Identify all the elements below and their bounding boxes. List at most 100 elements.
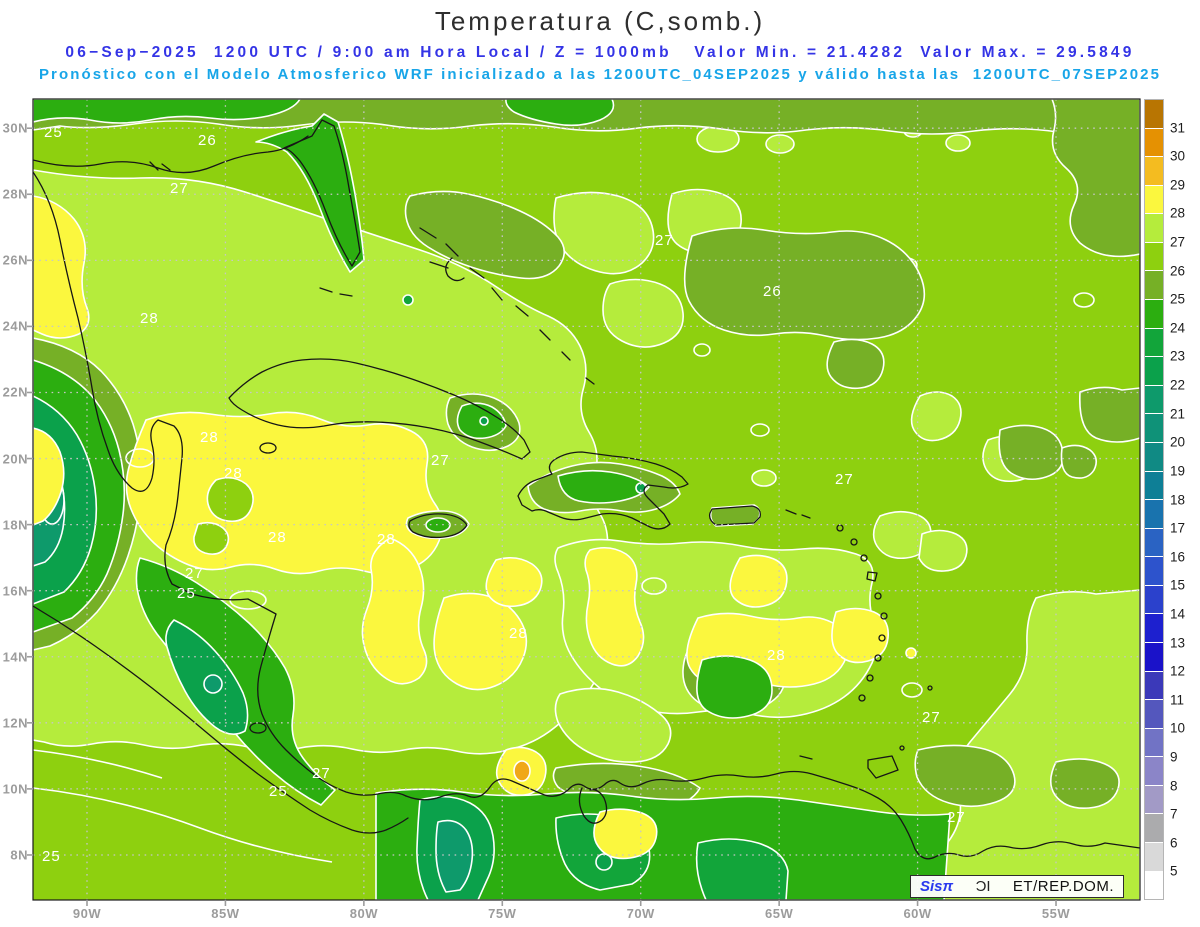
contour-label: 28	[509, 625, 528, 642]
colorbar-label: 31	[1170, 120, 1186, 136]
colorbar-segment	[1145, 328, 1163, 358]
contour-label: 25	[269, 783, 288, 800]
contour-label: 28	[767, 647, 786, 664]
temp-region	[751, 469, 777, 487]
colorbar-segment	[1145, 414, 1163, 443]
colorbar-segment	[1145, 585, 1163, 615]
temp-region	[402, 294, 414, 306]
colorbar-segment	[1145, 528, 1163, 558]
contour-label: 28	[200, 429, 219, 446]
contour-label: 25	[42, 848, 61, 865]
temp-region	[998, 424, 1064, 481]
colorbar-segment	[1145, 300, 1163, 329]
lat-axis-label: 12N	[2, 715, 28, 731]
colorbar-label: 5	[1170, 863, 1178, 879]
colorbar-label: 29	[1170, 177, 1186, 193]
contour-label: 27	[170, 180, 189, 197]
lon-axis-label: 85W	[211, 906, 240, 921]
colorbar-label: 26	[1170, 263, 1186, 279]
colorbar-label: 21	[1170, 406, 1186, 422]
temp-region	[1079, 386, 1140, 443]
colorbar-label: 17	[1170, 520, 1186, 536]
colorbar-label: 16	[1170, 549, 1186, 565]
temp-region	[826, 338, 885, 390]
lat-axis-label: 16N	[2, 583, 28, 599]
colorbar-label: 18	[1170, 492, 1186, 507]
colorbar	[1144, 99, 1164, 900]
contour-label: 25	[177, 585, 196, 602]
lat-axis-label: 22N	[2, 384, 28, 400]
colorbar-label: 20	[1170, 434, 1186, 450]
contour-label: 27	[312, 765, 331, 782]
lat-axis-label: 20N	[2, 451, 28, 467]
colorbar-segment	[1145, 157, 1163, 186]
colorbar-label: 15	[1170, 577, 1186, 593]
contour-label: 27	[947, 809, 966, 826]
temp-region	[918, 529, 968, 572]
lon-axis-label: 70W	[626, 906, 655, 921]
colorbar-segment	[1145, 185, 1163, 215]
contour-label: 27	[185, 565, 204, 582]
colorbar-segment	[1145, 757, 1163, 786]
weather-map-figure: Temperatura (C,somb.) 06−Sep−2025 1200 U…	[0, 0, 1200, 927]
lon-axis-label: 55W	[1041, 906, 1071, 921]
colorbar-segment	[1145, 471, 1163, 501]
colorbar-label: 13	[1170, 635, 1186, 651]
temp-region	[1049, 758, 1120, 810]
colorbar-segment	[1145, 871, 1163, 900]
lon-axis-label: 80W	[349, 906, 378, 921]
watermark-sispi-logo: Sisπ	[920, 878, 954, 895]
contour-label: 25	[44, 124, 63, 141]
temp-region	[203, 674, 223, 694]
colorbar-segment	[1145, 100, 1163, 129]
temp-region	[1060, 444, 1098, 479]
contour-label: 28	[268, 529, 287, 546]
temp-region	[425, 517, 451, 533]
lat-axis-label: 14N	[2, 649, 28, 665]
colorbar-label: 27	[1170, 234, 1186, 250]
temp-region	[193, 521, 230, 555]
lat-axis-label: 24N	[2, 318, 28, 334]
colorbar-segment	[1145, 214, 1163, 243]
colorbar-label: 30	[1170, 148, 1186, 164]
colorbar-label: 10	[1170, 720, 1186, 736]
colorbar-segment	[1145, 442, 1163, 472]
temperature-shading: 25 26 27 28 27 26 28 28 28 28 27 25 28 28 27 27 27 27 25 25…	[33, 99, 1140, 900]
lon-axis-label: 75W	[488, 906, 517, 921]
temp-region-warm-core	[513, 760, 531, 782]
temp-region	[485, 556, 543, 608]
contour-label: 27	[835, 471, 854, 488]
contour-label: 28	[224, 465, 243, 482]
contour-label: 26	[763, 283, 782, 300]
colorbar-segment	[1145, 671, 1163, 701]
colorbar-label: 25	[1170, 291, 1186, 307]
temp-region	[361, 537, 428, 685]
temp-region	[593, 808, 658, 860]
watermark-box: Sisπ ƆI ET/REP.DOM.	[910, 875, 1124, 898]
contour-label: 28	[140, 310, 159, 327]
colorbar-segment	[1145, 357, 1163, 386]
colorbar-segment	[1145, 785, 1163, 815]
lon-axis-label: 65W	[765, 906, 794, 921]
lat-axis-label: 30N	[2, 120, 28, 136]
lon-axis-label: 90W	[72, 906, 102, 921]
colorbar-label: 11	[1170, 692, 1185, 708]
temp-region	[945, 134, 971, 152]
temp-region	[729, 554, 788, 608]
temp-region	[206, 476, 254, 523]
colorbar-segment	[1145, 843, 1163, 872]
colorbar-label: 19	[1170, 463, 1186, 479]
temp-region	[479, 416, 489, 426]
colorbar-segment	[1145, 242, 1163, 272]
contour-label: 27	[431, 452, 450, 469]
colorbar-segment	[1145, 128, 1163, 158]
colorbar-label: 8	[1170, 778, 1178, 794]
colorbar-label: 22	[1170, 377, 1186, 393]
colorbar-label: 7	[1170, 806, 1178, 822]
temp-region	[765, 134, 795, 154]
colorbar-segment	[1145, 728, 1163, 758]
colorbar-label: 23	[1170, 348, 1186, 364]
temp-region	[683, 227, 926, 341]
colorbar-segment	[1145, 500, 1163, 529]
colorbar-label: 12	[1170, 663, 1186, 679]
